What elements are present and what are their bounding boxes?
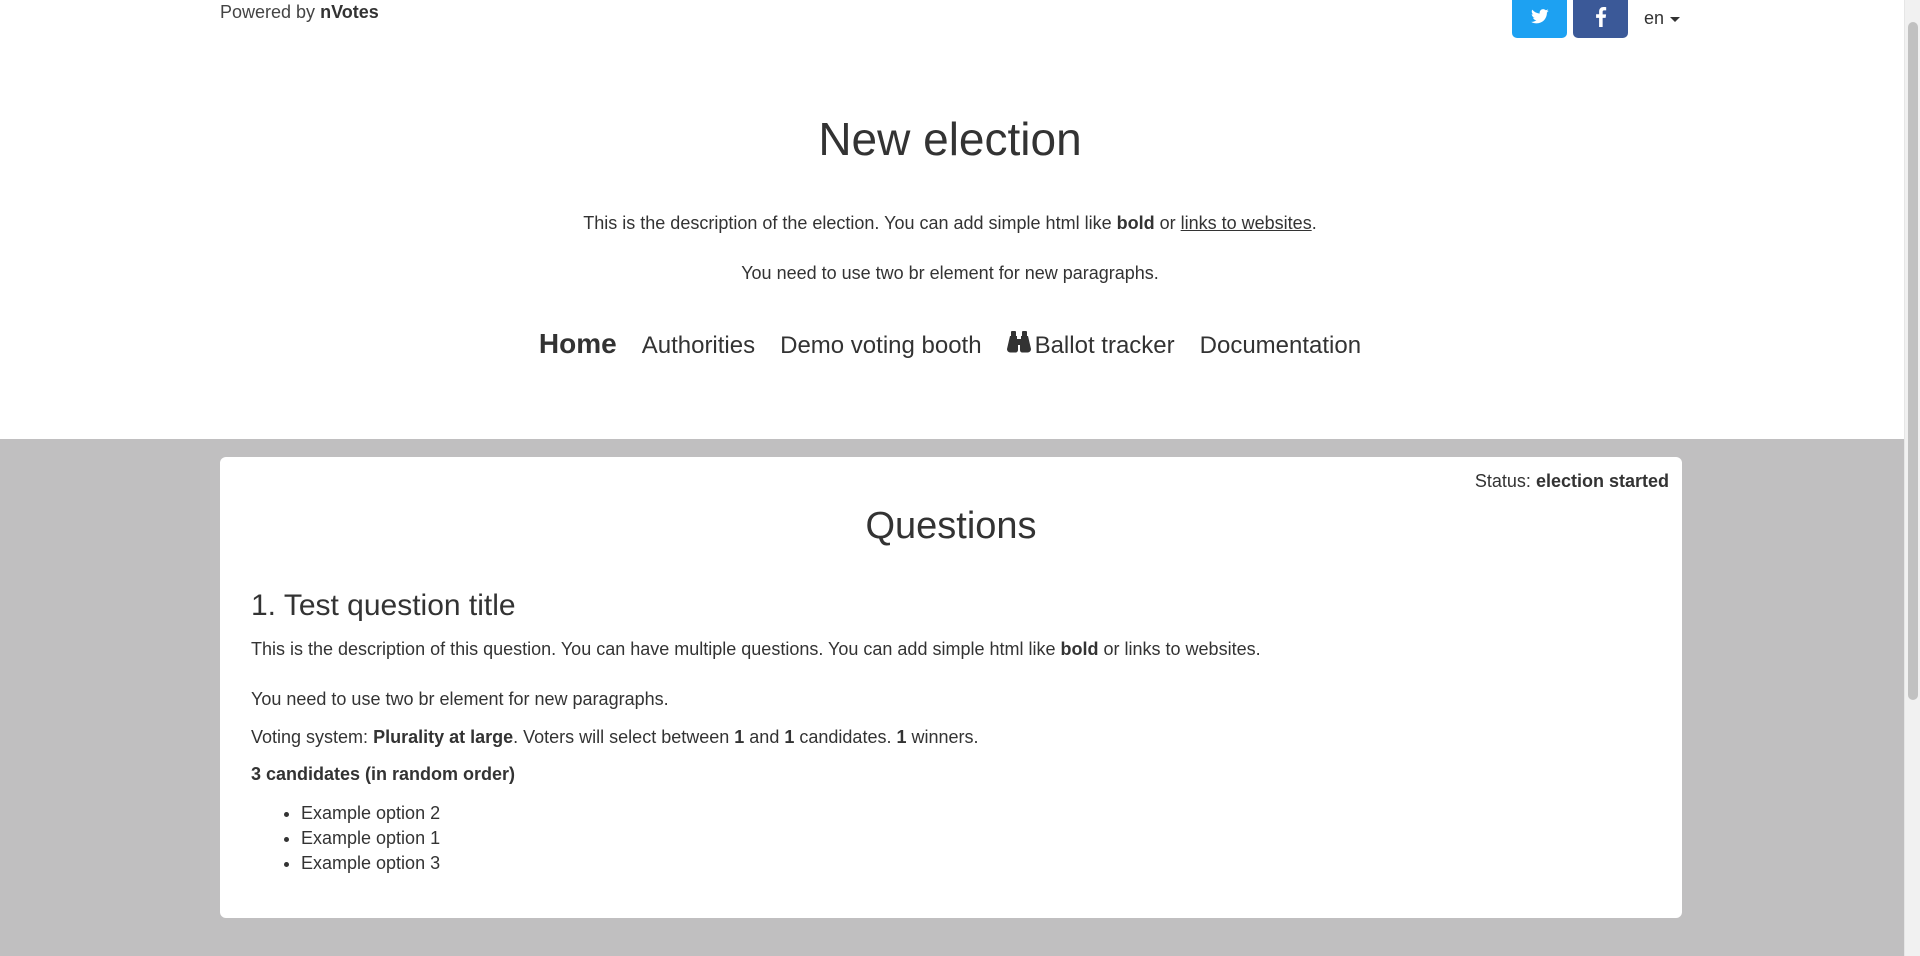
language-dropdown[interactable]: en xyxy=(1644,8,1681,29)
status-label: Status: xyxy=(1474,471,1531,491)
facebook-share-button[interactable] xyxy=(1573,0,1628,38)
scrollbar-thumb[interactable] xyxy=(1908,22,1918,700)
nav-demo-voting-booth[interactable]: Demo voting booth xyxy=(780,332,981,360)
question-description-bold: bold xyxy=(1060,639,1099,659)
social-buttons xyxy=(1512,0,1628,38)
question-description: This is the description of this question… xyxy=(251,639,1261,660)
election-description-paragraph: You need to use two br element for new p… xyxy=(741,263,1159,283)
election-description-bold: bold xyxy=(1116,213,1155,233)
election-description-or: or xyxy=(1159,213,1176,233)
question-description-paragraph: You need to use two br element for new p… xyxy=(251,689,669,709)
language-label: en xyxy=(1644,8,1665,28)
nav-documentation[interactable]: Documentation xyxy=(1200,332,1361,360)
nav-ballot-tracker[interactable]: Ballot tracker xyxy=(1006,331,1175,360)
questions-panel: Status: election started Questions 1. Te… xyxy=(220,457,1682,918)
question-title: 1. Test question title xyxy=(251,589,516,622)
voting-system: Voting system: Plurality at large. Voter… xyxy=(251,727,979,748)
candidate-list: Example option 2 Example option 1 Exampl… xyxy=(301,801,440,876)
list-item: Example option 2 xyxy=(301,801,440,826)
winners-count: 1 xyxy=(896,727,907,747)
voting-system-name: Plurality at large xyxy=(373,727,514,747)
voting-system-label: Voting system: xyxy=(251,727,369,747)
binoculars-icon xyxy=(1006,331,1031,360)
status-value: election started xyxy=(1535,471,1669,491)
powered-by: Powered by nVotes xyxy=(220,2,379,23)
voting-system-and: and xyxy=(749,727,780,747)
questions-heading: Questions xyxy=(865,505,1037,547)
election-description-text: This is the description of the election.… xyxy=(583,213,1112,233)
twitter-icon xyxy=(1530,9,1549,29)
election-description-end: . xyxy=(1311,213,1317,233)
websites-link[interactable]: links to websites xyxy=(1181,213,1312,233)
nav-home[interactable]: Home xyxy=(539,328,617,360)
main-nav: Home Authorities Demo voting booth Ballo… xyxy=(0,328,1900,360)
list-item: Example option 1 xyxy=(301,826,440,851)
nav-authorities[interactable]: Authorities xyxy=(642,332,755,360)
facebook-icon xyxy=(1595,6,1607,32)
voting-system-candidates: candidates. xyxy=(799,727,892,747)
caret-down-icon xyxy=(1670,17,1681,22)
brand-name[interactable]: nVotes xyxy=(320,2,379,22)
powered-by-label: Powered by xyxy=(220,2,316,22)
election-status: Status: election started xyxy=(1475,471,1669,492)
voting-system-text: . Voters will select between xyxy=(513,727,730,747)
question-description-text: This is the description of this question… xyxy=(251,639,1056,659)
question-description-suffix: or links to websites. xyxy=(1103,639,1261,659)
min-selections: 1 xyxy=(734,727,745,747)
twitter-share-button[interactable] xyxy=(1512,0,1567,38)
list-item: Example option 3 xyxy=(301,851,440,876)
winners-label: winners. xyxy=(911,727,979,747)
page-scrollbar[interactable] xyxy=(1904,0,1920,956)
max-selections: 1 xyxy=(784,727,795,747)
election-title: New election xyxy=(818,113,1082,165)
candidates-count: 3 candidates (in random order) xyxy=(251,764,516,784)
election-description: This is the description of the election.… xyxy=(0,213,1900,234)
nav-ballot-tracker-label: Ballot tracker xyxy=(1034,331,1175,359)
